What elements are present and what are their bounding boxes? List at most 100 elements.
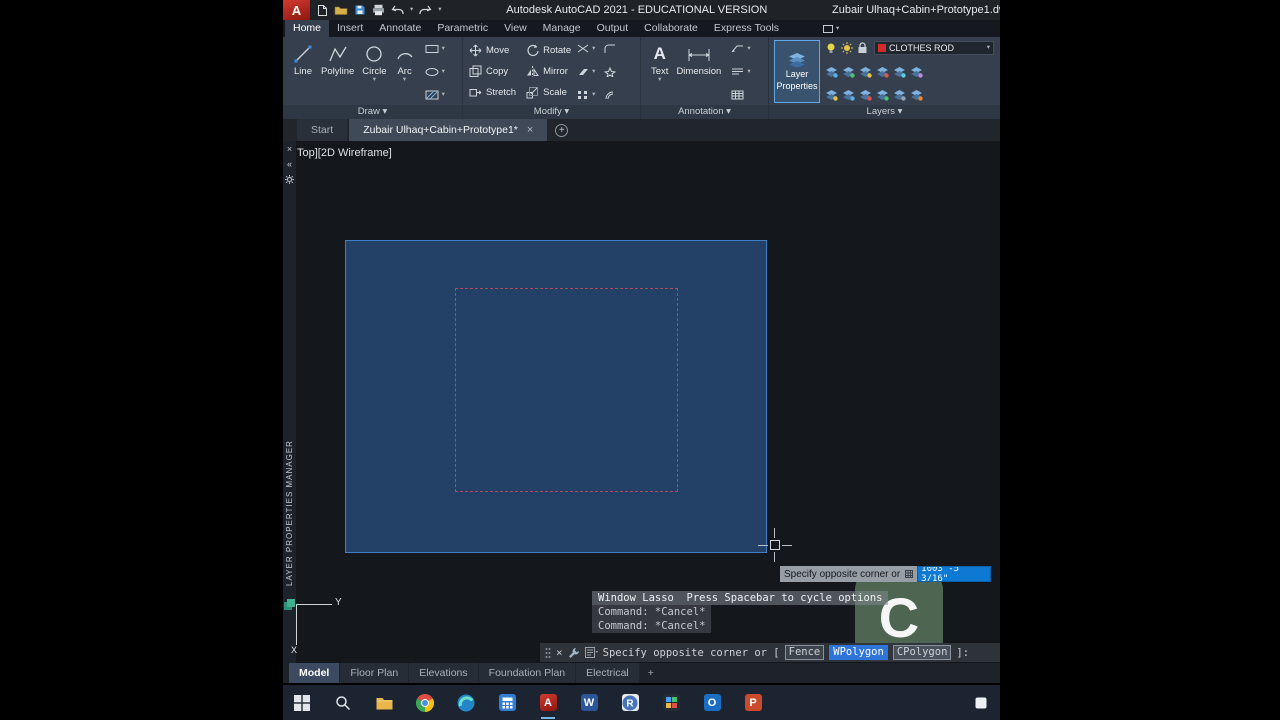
layer-state-icon[interactable] [910, 66, 923, 78]
tab-manage[interactable]: Manage [535, 20, 589, 37]
layers-panel-label[interactable]: Layers ▾ [769, 105, 1000, 119]
tab-collaborate[interactable]: Collaborate [636, 20, 706, 37]
modify-panel-label[interactable]: Modify ▾ [463, 105, 640, 119]
arc-dropdown-icon[interactable]: ▾ [403, 76, 406, 83]
command-close-icon[interactable]: × [556, 646, 563, 659]
windows-start-icon[interactable] [293, 694, 311, 712]
new-file-icon[interactable] [317, 4, 328, 17]
new-drawing-button[interactable]: + [555, 119, 569, 141]
layout-tab-model[interactable]: Model [289, 663, 340, 683]
mtext-tool-button[interactable]: ▾ [731, 67, 751, 76]
layer-state-icon[interactable] [842, 89, 855, 101]
tab-insert[interactable]: Insert [329, 20, 371, 37]
app-menu-button[interactable]: A [283, 0, 310, 20]
scale-button[interactable]: Scale [526, 86, 571, 99]
tab-express-tools[interactable]: Express Tools [706, 20, 787, 37]
layer-state-icon[interactable] [893, 89, 906, 101]
chrome-icon[interactable] [416, 693, 434, 712]
draw-panel-label[interactable]: Draw ▾ [283, 105, 462, 119]
calculator-icon[interactable] [498, 694, 516, 712]
arc-button[interactable]: Arc ▾ [391, 40, 419, 105]
layer-lock-icon[interactable] [857, 42, 868, 54]
layer-properties-button[interactable]: Layer Properties [774, 40, 820, 103]
line-button[interactable]: Line [289, 40, 317, 105]
hatch-tool-button[interactable]: ▾ [425, 90, 445, 100]
annotation-panel-label[interactable]: Annotation ▾ [641, 105, 768, 119]
layer-state-icon[interactable] [842, 66, 855, 78]
dimension-button[interactable]: Dimension [672, 40, 725, 105]
minimize-ribbon-button[interactable]: ▾ [823, 20, 839, 37]
move-button[interactable]: Move [469, 44, 516, 57]
layer-state-icon[interactable] [876, 66, 889, 78]
rectangle-tool-button[interactable]: ▾ [425, 44, 445, 54]
layout-tab-foundation-plan[interactable]: Foundation Plan [478, 663, 576, 683]
file-explorer-icon[interactable] [375, 694, 393, 712]
layer-state-icon[interactable] [893, 66, 906, 78]
rstudio-icon[interactable]: R [621, 694, 639, 712]
stretch-button[interactable]: Stretch [469, 86, 516, 99]
search-icon[interactable] [334, 694, 352, 712]
mirror-button[interactable]: Mirror [526, 65, 571, 78]
layer-state-icon[interactable] [876, 89, 889, 101]
tab-view[interactable]: View [496, 20, 535, 37]
save-icon[interactable] [354, 4, 366, 16]
outlook-icon[interactable]: O [703, 694, 721, 712]
palette-close-icon[interactable]: × [287, 145, 292, 154]
tab-home[interactable]: Home [285, 20, 330, 37]
command-drag-handle[interactable] [545, 647, 551, 659]
print-icon[interactable] [372, 4, 385, 16]
ellipse-tool-button[interactable]: ▾ [425, 67, 445, 77]
file-tab-close-icon[interactable]: × [527, 124, 533, 136]
command-line-bar[interactable]: × Specify opposite corner or [ Fence WPo… [540, 643, 1000, 662]
text-dropdown-icon[interactable]: ▾ [658, 76, 661, 83]
erase-tool-button[interactable]: ▾ [577, 67, 617, 77]
layer-state-icon[interactable] [910, 89, 923, 101]
tray-icon[interactable] [972, 694, 990, 712]
command-option-fence[interactable]: Fence [784, 645, 825, 660]
copy-button[interactable]: Copy [469, 65, 516, 78]
undo-icon[interactable] [391, 5, 404, 16]
layer-state-icon[interactable] [825, 66, 838, 78]
current-layer-dropdown[interactable]: CLOTHES ROD ▾ [874, 41, 994, 55]
tab-output[interactable]: Output [589, 20, 637, 37]
trim-tool-button[interactable]: ▾ [577, 44, 616, 54]
array-tool-button[interactable]: ▾ [577, 90, 616, 100]
redo-icon[interactable] [419, 5, 432, 16]
circle-dropdown-icon[interactable]: ▾ [373, 76, 376, 83]
word-icon[interactable]: W [580, 694, 598, 712]
new-layout-button[interactable]: + [640, 663, 662, 683]
layer-bulb-icon[interactable] [825, 42, 837, 54]
layer-state-icon[interactable] [825, 89, 838, 101]
open-file-icon[interactable] [334, 5, 348, 16]
rotate-button[interactable]: Rotate [526, 44, 571, 57]
undo-dropdown-icon[interactable]: ▾ [410, 6, 413, 13]
layout-tab-elevations[interactable]: Elevations [409, 663, 478, 683]
text-button[interactable]: A Text ▾ [647, 40, 672, 105]
command-option-wpolygon[interactable]: WPolygon [829, 645, 888, 660]
file-tab-document[interactable]: Zubair Ulhaq+Cabin+Prototype1* × [349, 119, 548, 141]
autocad-taskbar-icon[interactable]: A [539, 694, 557, 719]
circle-button[interactable]: Circle ▾ [358, 40, 390, 105]
dynamic-input-value-field[interactable]: 1003'-5 3/16" [917, 566, 992, 582]
command-customize-wrench-icon[interactable] [568, 647, 580, 659]
tab-parametric[interactable]: Parametric [429, 20, 496, 37]
recent-commands-icon[interactable] [584, 647, 598, 658]
tab-annotate[interactable]: Annotate [371, 20, 429, 37]
layer-state-icon[interactable] [859, 89, 872, 101]
layer-sun-icon[interactable] [841, 42, 853, 54]
palette-autohide-icon[interactable]: « [287, 160, 292, 169]
edge-icon[interactable] [457, 694, 475, 712]
photos-icon[interactable] [662, 694, 680, 712]
layout-tab-electrical[interactable]: Electrical [576, 663, 639, 683]
drawing-area[interactable]: × « LAYER PROPERTIES MANAGER Top][2D Wir… [283, 141, 1000, 663]
viewport-view-label[interactable]: Top][2D Wireframe] [297, 147, 392, 159]
table-tool-button[interactable] [731, 90, 750, 100]
leader-tool-button[interactable]: ▾ [731, 44, 751, 53]
powerpoint-icon[interactable]: P [744, 694, 762, 712]
command-option-cpolygon[interactable]: CPolygon [892, 645, 952, 660]
layer-state-icon[interactable] [859, 66, 872, 78]
layout-tab-floor-plan[interactable]: Floor Plan [340, 663, 409, 683]
file-tab-start[interactable]: Start [297, 119, 348, 141]
palette-settings-icon[interactable] [285, 175, 294, 186]
polyline-button[interactable]: Polyline [317, 40, 358, 105]
